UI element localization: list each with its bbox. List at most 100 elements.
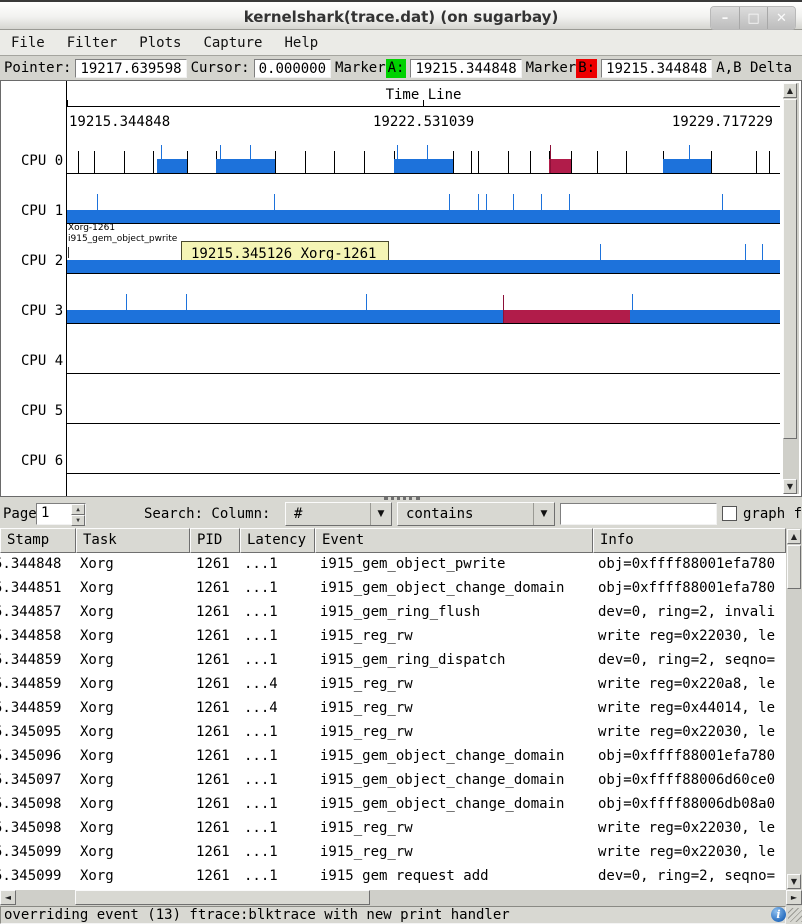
- match-select[interactable]: contains ▼: [397, 502, 555, 526]
- cell-latency: ...1: [244, 748, 278, 764]
- table-row[interactable]: 5.345096Xorg1261...1i915_gem_object_chan…: [0, 745, 786, 769]
- event-tick-blue: [250, 145, 251, 173]
- cell-pid: 1261: [196, 556, 230, 572]
- page-spin-buttons: ▲ ▼: [71, 504, 85, 524]
- menu-item-file[interactable]: File: [0, 32, 56, 54]
- cell-event: i915_reg_rw: [320, 724, 413, 740]
- spin-up-button[interactable]: ▲: [71, 504, 85, 515]
- scroll-down-button[interactable]: ▼: [787, 874, 801, 889]
- cpu-baseline-4: [67, 373, 780, 374]
- event-tick-blue: [274, 194, 275, 210]
- event-tick-blue: [541, 194, 542, 210]
- cell-event: i915 gem request add: [320, 868, 489, 884]
- menu-item-filter[interactable]: Filter: [56, 32, 129, 54]
- page-spinbox[interactable]: 1 ▲ ▼: [36, 503, 86, 525]
- table-row[interactable]: 5.344859Xorg1261...1i915_gem_ring_dispat…: [0, 649, 786, 673]
- graph-vscroll-thumb[interactable]: [783, 99, 797, 439]
- cell-stamp: 5.344859: [0, 700, 61, 716]
- event-tick: [478, 151, 479, 173]
- maximize-button[interactable]: □: [739, 7, 767, 29]
- resize-grip-icon[interactable]: [788, 908, 802, 922]
- event-tick: [124, 151, 125, 173]
- close-button[interactable]: ✕: [767, 7, 795, 29]
- column-header-info[interactable]: Info: [593, 528, 786, 553]
- cell-pid: 1261: [196, 772, 230, 788]
- cpu-baseline-2: [67, 273, 780, 274]
- table-row[interactable]: 5.344848Xorg1261...1i915_gem_object_pwri…: [0, 553, 786, 577]
- list-vscroll-thumb[interactable]: [787, 545, 801, 589]
- column-header-pid[interactable]: PID: [190, 528, 240, 553]
- cell-event: i915_gem_object_change_domain: [320, 772, 564, 788]
- scroll-up-button[interactable]: ▲: [783, 83, 797, 98]
- column-header-stamp[interactable]: Stamp: [0, 528, 76, 553]
- table-row[interactable]: 5.345097Xorg1261...1i915_gem_object_chan…: [0, 769, 786, 793]
- search-toolbar: Page 1 ▲ ▼ Search: Column: # ▼ contains …: [0, 500, 802, 528]
- hscroll-thumb[interactable]: [75, 890, 370, 905]
- scroll-right-button[interactable]: ►: [786, 890, 802, 905]
- marker-b-label: Marker: [526, 60, 577, 76]
- table-row[interactable]: 5.345098Xorg1261...1i915_gem_object_chan…: [0, 793, 786, 817]
- cell-task: Xorg: [80, 676, 114, 692]
- cell-stamp: 5.344848: [0, 556, 61, 572]
- cell-latency: ...1: [244, 772, 278, 788]
- title-bar[interactable]: kernelshark(trace.dat) (on sugarbay) – □…: [0, 0, 802, 30]
- column-header-event[interactable]: Event: [315, 528, 593, 553]
- cell-stamp: 5.344858: [0, 628, 61, 644]
- column-select[interactable]: # ▼: [285, 502, 392, 526]
- table-row[interactable]: 5.344859Xorg1261...4i915_reg_rwwrite reg…: [0, 673, 786, 697]
- search-input[interactable]: [560, 503, 717, 525]
- status-frame: overriding event (13) ftrace:blktrace wi…: [0, 906, 786, 924]
- menu-item-capture[interactable]: Capture: [192, 32, 273, 54]
- cell-task: Xorg: [80, 820, 114, 836]
- event-tick-blue: [161, 145, 162, 173]
- axis-tick-left: [67, 100, 68, 106]
- scroll-down-button[interactable]: ▼: [783, 479, 797, 494]
- graph-vscrollbar[interactable]: ▲ ▼: [783, 83, 799, 494]
- minimize-button[interactable]: –: [711, 7, 739, 29]
- list-vscrollbar[interactable]: ▲ ▼: [786, 528, 802, 890]
- scroll-up-button[interactable]: ▲: [787, 529, 801, 544]
- cell-event: i915_reg_rw: [320, 844, 413, 860]
- event-tick: [626, 151, 627, 173]
- cpu-label-0: CPU 0: [21, 153, 67, 169]
- table-row[interactable]: 5.345098Xorg1261...1i915_reg_rwwrite reg…: [0, 817, 786, 841]
- event-tick: [153, 151, 154, 173]
- cpu-label-1: CPU 1: [21, 203, 67, 219]
- cell-pid: 1261: [196, 700, 230, 716]
- graph-panel[interactable]: Time Line 19215.344848 19222.531039 1922…: [0, 80, 802, 497]
- cell-latency: ...1: [244, 724, 278, 740]
- table-row[interactable]: 5.344857Xorg1261...1i915_gem_ring_flushd…: [0, 601, 786, 625]
- cell-stamp: 5.345096: [0, 748, 61, 764]
- cell-stamp: 5.344859: [0, 676, 61, 692]
- menu-item-plots[interactable]: Plots: [128, 32, 192, 54]
- cell-latency: ...1: [244, 844, 278, 860]
- cpu-0-task-bar: [394, 159, 453, 173]
- column-header-latency[interactable]: Latency: [240, 528, 315, 553]
- cell-event: i915_gem_ring_dispatch: [320, 652, 505, 668]
- spin-down-button[interactable]: ▼: [71, 515, 85, 526]
- table-row[interactable]: 5.345099Xorg1261...1i915 gem request add…: [0, 865, 786, 889]
- arrow-up-icon: ▲: [787, 86, 793, 95]
- event-tick-blue: [126, 294, 127, 310]
- column-header-task[interactable]: Task: [76, 528, 190, 553]
- cell-info: dev=0, ring=2, seqno=: [598, 652, 775, 668]
- graph-follows-label: graph f: [743, 506, 802, 522]
- table-row[interactable]: 5.345095Xorg1261...1i915_reg_rwwrite reg…: [0, 721, 786, 745]
- cell-stamp: 5.344851: [0, 580, 61, 596]
- cpu-label-5: CPU 5: [21, 403, 67, 419]
- timeline-axis: [67, 106, 780, 107]
- graph-follows-checkbox[interactable]: [722, 506, 737, 521]
- cell-stamp: 5.345095: [0, 724, 61, 740]
- scroll-left-button[interactable]: ◄: [0, 890, 16, 905]
- plot-left-border: [66, 81, 67, 496]
- menu-item-help[interactable]: Help: [273, 32, 329, 54]
- table-row[interactable]: 5.344859Xorg1261...4i915_reg_rwwrite reg…: [0, 697, 786, 721]
- window-title: kernelshark(trace.dat) (on sugarbay): [0, 8, 802, 26]
- event-tick: [305, 151, 306, 173]
- table-row[interactable]: 5.344858Xorg1261...1i915_reg_rwwrite reg…: [0, 625, 786, 649]
- table-row[interactable]: 5.345099Xorg1261...1i915_reg_rwwrite reg…: [0, 841, 786, 865]
- event-tick: [453, 151, 454, 173]
- table-row[interactable]: 5.344851Xorg1261...1i915_gem_object_chan…: [0, 577, 786, 601]
- hscrollbar[interactable]: ◄ ►: [0, 890, 802, 906]
- info-icon[interactable]: i: [771, 907, 786, 922]
